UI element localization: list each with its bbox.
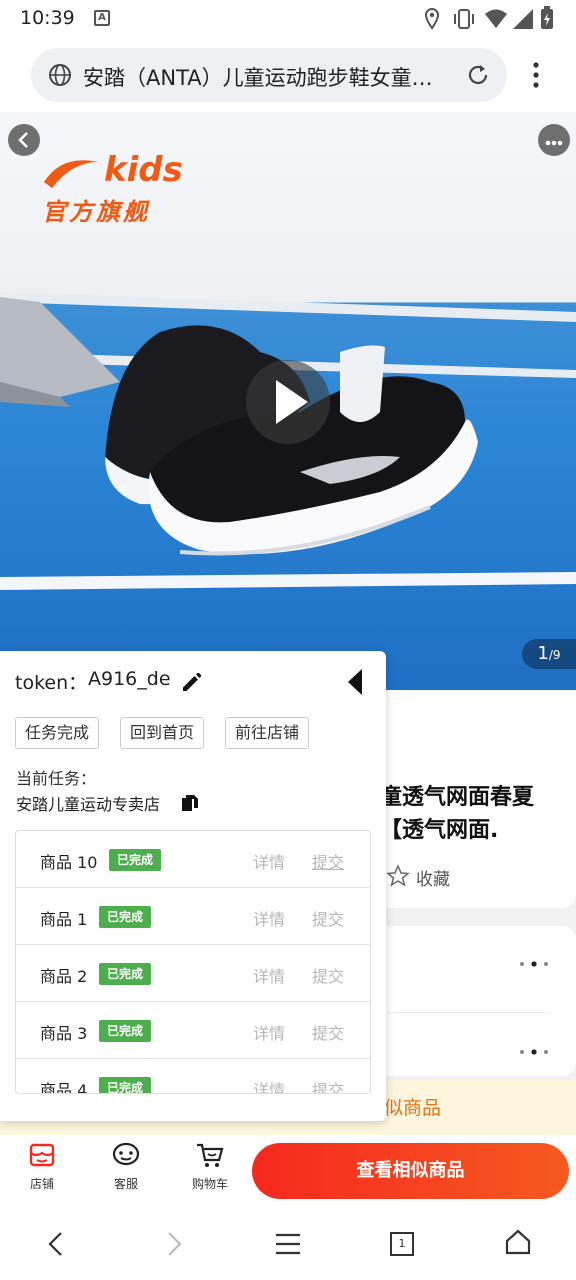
- brand-swoosh-icon: [44, 160, 98, 188]
- location-icon: [424, 8, 440, 30]
- detail-link[interactable]: 详情: [253, 849, 285, 873]
- url-title: 安踏（ANTA）儿童运动跑步鞋女童…: [83, 66, 433, 90]
- store-label: 店铺: [29, 1177, 54, 1191]
- product-title-line1: 童透气网面春夏: [380, 785, 535, 810]
- item-name: 商品 10: [40, 853, 98, 872]
- counter-total: /9: [548, 648, 561, 662]
- option-more-icon-1[interactable]: [518, 958, 550, 970]
- token-label: token：: [15, 672, 88, 694]
- customer-service-icon: [112, 1142, 140, 1166]
- edit-pencil-icon[interactable]: [180, 670, 204, 694]
- cart-label: 购物车: [191, 1177, 228, 1191]
- product-task-list: 商品 10 已完成 详情 提交 商品 1 已完成 详情 提交 商品 2 已完成 …: [15, 830, 371, 1094]
- star-icon[interactable]: [386, 864, 410, 888]
- image-counter: 1/9: [522, 639, 576, 669]
- submit-link[interactable]: 提交: [312, 1020, 344, 1044]
- nav-menu-icon[interactable]: [274, 1230, 302, 1258]
- view-similar-button[interactable]: 查看相似商品: [252, 1143, 569, 1199]
- bottom-action-bar: 店铺 客服 购物车 查看相似商品: [0, 1135, 576, 1205]
- brand-subtitle: 官方旗舰: [42, 198, 150, 226]
- current-task-value: 安踏儿童运动专卖店: [16, 795, 161, 814]
- tabs-count-button[interactable]: 1: [390, 1232, 414, 1256]
- cart-icon: [197, 1143, 224, 1167]
- list-item: 商品 10 已完成 详情 提交: [16, 831, 370, 888]
- store-icon: [29, 1143, 55, 1167]
- submit-link[interactable]: 提交: [312, 849, 344, 873]
- notification-a-icon: A: [94, 10, 110, 26]
- store-tab[interactable]: 店铺: [12, 1141, 72, 1192]
- detail-link[interactable]: 详情: [253, 963, 285, 987]
- list-item: 商品 3 已完成 详情 提交: [16, 1002, 370, 1059]
- status-badge: 已完成: [109, 849, 162, 871]
- favorite-label[interactable]: 收藏: [416, 865, 450, 890]
- detail-link[interactable]: 详情: [253, 1077, 285, 1093]
- service-label: 客服: [113, 1177, 138, 1191]
- status-badge: 已完成: [99, 963, 152, 985]
- service-tab[interactable]: 客服: [96, 1141, 156, 1192]
- detail-link[interactable]: 详情: [253, 1020, 285, 1044]
- reload-icon[interactable]: [465, 62, 491, 88]
- product-title-line2: 【透气网面.: [380, 818, 499, 843]
- item-name: 商品 2: [40, 967, 88, 986]
- status-badge: 已完成: [99, 906, 152, 928]
- list-item: 商品 1 已完成 详情 提交: [16, 888, 370, 945]
- similar-banner-text: 似商品: [384, 1097, 442, 1119]
- counter-current: 1: [537, 643, 549, 664]
- item-name: 商品 1: [40, 910, 88, 929]
- status-time: 10:39: [20, 7, 75, 29]
- item-name: 商品 4: [40, 1081, 88, 1094]
- more-button[interactable]: [538, 124, 570, 156]
- status-badge: 已完成: [99, 1020, 152, 1042]
- task-done-button[interactable]: 任务完成: [15, 717, 100, 749]
- back-arrow-icon: [18, 132, 28, 148]
- vibrate-icon: [454, 9, 474, 29]
- option-more-icon-2[interactable]: [518, 1046, 550, 1058]
- status-bar: 10:39 A: [0, 0, 576, 38]
- submit-link[interactable]: 提交: [312, 906, 344, 930]
- address-bar[interactable]: 安踏（ANTA）儿童运动跑步鞋女童…: [31, 48, 507, 102]
- list-item: 商品 4 已完成 详情 提交: [16, 1059, 370, 1094]
- brand-logo: kids: [104, 150, 183, 190]
- cart-tab[interactable]: 购物车: [180, 1141, 240, 1192]
- current-task-label: 当前任务：: [16, 769, 97, 788]
- token-panel: token： A916_de 任务完成 回到首页 前往店铺 当前任务： 安踏儿童…: [0, 651, 386, 1121]
- back-button[interactable]: [8, 124, 40, 156]
- nav-home-icon[interactable]: [504, 1228, 532, 1256]
- item-name: 商品 3: [40, 1024, 88, 1043]
- copy-icon[interactable]: [180, 793, 200, 813]
- nav-forward-icon[interactable]: [162, 1230, 186, 1258]
- collapse-panel-icon[interactable]: [344, 667, 368, 697]
- submit-link[interactable]: 提交: [312, 1077, 344, 1093]
- nav-back-icon[interactable]: [44, 1230, 68, 1258]
- signal-icon: [513, 9, 533, 29]
- globe-icon: [49, 64, 71, 86]
- submit-link[interactable]: 提交: [312, 963, 344, 987]
- product-gallery[interactable]: kids 官方旗舰 1/9: [0, 112, 576, 690]
- wifi-icon: [485, 9, 507, 28]
- list-item: 商品 2 已完成 详情 提交: [16, 945, 370, 1002]
- battery-icon: [541, 6, 553, 29]
- browser-menu-icon[interactable]: [526, 60, 546, 90]
- status-badge: 已完成: [99, 1077, 152, 1093]
- home-button[interactable]: 回到首页: [120, 717, 205, 749]
- browser-nav-bar: 1: [0, 1208, 576, 1280]
- token-value: A916_de: [88, 668, 171, 690]
- detail-link[interactable]: 详情: [253, 906, 285, 930]
- more-dots-icon: [545, 140, 563, 146]
- store-button[interactable]: 前往店铺: [225, 717, 310, 749]
